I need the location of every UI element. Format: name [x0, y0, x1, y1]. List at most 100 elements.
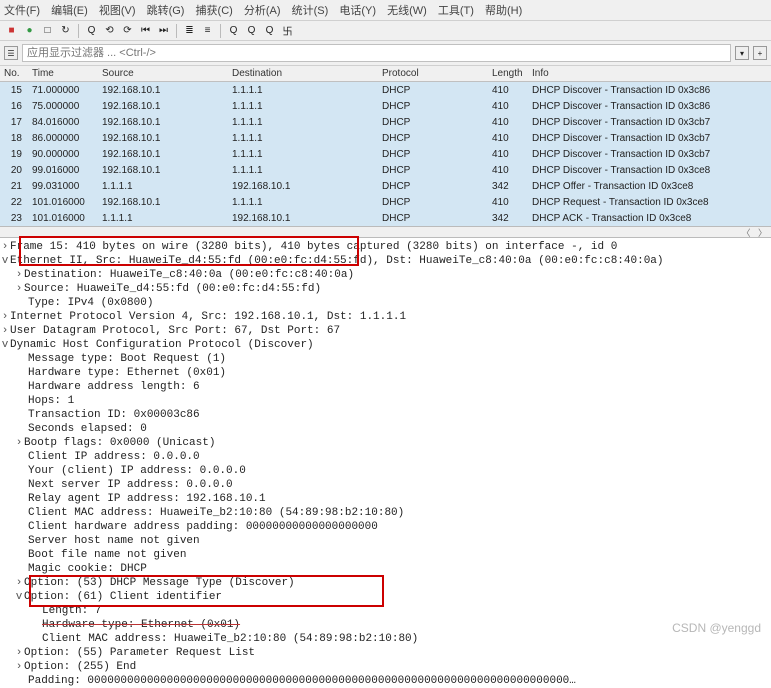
display-filter-input[interactable] [22, 44, 731, 62]
packet-row[interactable]: 1990.000000192.168.10.11.1.1.1DHCP410DHC… [0, 146, 771, 162]
eth-type-line[interactable]: Type: IPv4 (0x0800) [28, 297, 153, 309]
dhcp-opt61[interactable]: Option: (61) Client identifier [24, 591, 222, 603]
dhcp-opt61-hw[interactable]: Hardware type: Ethernet (0x01) [42, 619, 240, 631]
packet-row[interactable]: 1886.000000192.168.10.11.1.1.1DHCP410DHC… [0, 130, 771, 146]
eth-src-line[interactable]: Source: HuaweiTe_d4:55:fd (00:e0:fc:d4:5… [24, 283, 321, 295]
back-icon[interactable]: ⟲ [102, 23, 117, 38]
packet-row[interactable]: 1675.000000192.168.10.11.1.1.1DHCP410DHC… [0, 98, 771, 114]
autoscroll-icon[interactable]: ≣ [182, 23, 197, 38]
menu-capture[interactable]: 捕获(C) [196, 5, 233, 17]
find-icon[interactable]: Q [84, 23, 99, 38]
dhcp-padding[interactable]: Padding: 0000000000000000000000000000000… [28, 675, 576, 687]
record-icon[interactable]: ● [22, 23, 37, 38]
dhcp-hops[interactable]: Hops: 1 [28, 395, 74, 407]
expand-icon[interactable]: › [14, 660, 24, 674]
open-icon[interactable]: □ [40, 23, 55, 38]
filter-plus-button[interactable]: + [753, 46, 767, 60]
cell-info: DHCP Discover - Transaction ID 0x3c86 [528, 85, 758, 96]
dhcp-file[interactable]: Boot file name not given [28, 549, 186, 561]
menu-wireless[interactable]: 无线(W) [387, 5, 427, 17]
zoom-in-icon[interactable]: Q [226, 23, 241, 38]
col-dest[interactable]: Destination [228, 68, 378, 79]
expand-icon[interactable]: › [14, 576, 24, 590]
packet-row[interactable]: 23101.0160001.1.1.1192.168.10.1DHCP342DH… [0, 210, 771, 226]
expand-icon[interactable]: › [0, 324, 10, 338]
first-icon[interactable]: ⏮ [138, 23, 153, 38]
zoom-out-icon[interactable]: Q [244, 23, 259, 38]
cell-time: 75.000000 [28, 101, 98, 112]
filter-expr-button[interactable]: ▾ [735, 46, 749, 60]
col-time[interactable]: Time [28, 68, 98, 79]
forward-icon[interactable]: ⟳ [120, 23, 135, 38]
dhcp-opt61-len[interactable]: Length: 7 [42, 605, 101, 617]
eth-dst-line[interactable]: Destination: HuaweiTe_c8:40:0a (00:e0:fc… [24, 269, 354, 281]
dhcp-line[interactable]: Dynamic Host Configuration Protocol (Dis… [10, 339, 314, 351]
dhcp-opt61-mac[interactable]: Client MAC address: HuaweiTe_b2:10:80 (5… [42, 633, 418, 645]
packet-details[interactable]: ›Frame 15: 410 bytes on wire (3280 bits)… [0, 238, 771, 688]
expand-icon[interactable]: › [0, 310, 10, 324]
cell-time: 99.031000 [28, 181, 98, 192]
dhcp-cookie[interactable]: Magic cookie: DHCP [28, 563, 147, 575]
menu-bar[interactable]: 文件(F) 编辑(E) 视图(V) 跳转(G) 捕获(C) 分析(A) 统计(S… [0, 0, 771, 21]
col-source[interactable]: Source [98, 68, 228, 79]
eth-line[interactable]: Ethernet II, Src: HuaweiTe_d4:55:fd (00:… [10, 255, 664, 267]
dhcp-hwtype[interactable]: Hardware type: Ethernet (0x01) [28, 367, 226, 379]
last-icon[interactable]: ⏭ [156, 23, 171, 38]
cell-dst: 1.1.1.1 [228, 133, 378, 144]
menu-help[interactable]: 帮助(H) [485, 5, 522, 17]
dhcp-secs[interactable]: Seconds elapsed: 0 [28, 423, 147, 435]
frame-line[interactable]: Frame 15: 410 bytes on wire (3280 bits),… [10, 241, 617, 253]
stop-icon[interactable]: ■ [4, 23, 19, 38]
col-info[interactable]: Info [528, 68, 758, 79]
restart-icon[interactable]: ↻ [58, 23, 73, 38]
dhcp-opt55[interactable]: Option: (55) Parameter Request List [24, 647, 255, 659]
pane-divider[interactable]: 〈 〉 [0, 226, 771, 238]
cell-time: 99.016000 [28, 165, 98, 176]
packet-row[interactable]: 2099.016000192.168.10.11.1.1.1DHCP410DHC… [0, 162, 771, 178]
dhcp-opt53[interactable]: Option: (53) DHCP Message Type (Discover… [24, 577, 295, 589]
expand-icon[interactable]: v [0, 338, 10, 352]
menu-telephony[interactable]: 电话(Y) [339, 5, 376, 17]
dhcp-hlen[interactable]: Hardware address length: 6 [28, 381, 200, 393]
col-len[interactable]: Length [488, 68, 528, 79]
dhcp-sname[interactable]: Server host name not given [28, 535, 200, 547]
dhcp-xid[interactable]: Transaction ID: 0x00003c86 [28, 409, 200, 421]
col-no[interactable]: No. [0, 68, 28, 79]
menu-file[interactable]: 文件(F) [4, 5, 40, 17]
udp-line[interactable]: User Datagram Protocol, Src Port: 67, Ds… [10, 325, 340, 337]
col-proto[interactable]: Protocol [378, 68, 488, 79]
expand-icon[interactable]: › [0, 240, 10, 254]
resize-cols-icon[interactable]: 卐 [280, 23, 295, 38]
dhcp-opt255[interactable]: Option: (255) End [24, 661, 136, 673]
expand-icon[interactable]: › [14, 268, 24, 282]
packet-row[interactable]: 1571.000000192.168.10.11.1.1.1DHCP410DHC… [0, 82, 771, 98]
menu-view[interactable]: 视图(V) [99, 5, 136, 17]
menu-statistics[interactable]: 统计(S) [292, 5, 329, 17]
dhcp-ciaddr[interactable]: Client IP address: 0.0.0.0 [28, 451, 200, 463]
dhcp-chpad[interactable]: Client hardware address padding: 0000000… [28, 521, 378, 533]
expand-icon[interactable]: › [14, 646, 24, 660]
bookmark-icon[interactable]: ☰ [4, 46, 18, 60]
expand-icon[interactable]: › [14, 282, 24, 296]
packet-row[interactable]: 2199.0310001.1.1.1192.168.10.1DHCP342DHC… [0, 178, 771, 194]
dhcp-flags[interactable]: Bootp flags: 0x0000 (Unicast) [24, 437, 215, 449]
dhcp-chaddr[interactable]: Client MAC address: HuaweiTe_b2:10:80 (5… [28, 507, 404, 519]
dhcp-giaddr[interactable]: Relay agent IP address: 192.168.10.1 [28, 493, 266, 505]
menu-tools[interactable]: 工具(T) [438, 5, 474, 17]
expand-icon[interactable]: v [0, 254, 10, 268]
packet-row[interactable]: 1784.016000192.168.10.11.1.1.1DHCP410DHC… [0, 114, 771, 130]
dhcp-msgtype[interactable]: Message type: Boot Request (1) [28, 353, 226, 365]
dhcp-siaddr[interactable]: Next server IP address: 0.0.0.0 [28, 479, 233, 491]
dhcp-yiaddr[interactable]: Your (client) IP address: 0.0.0.0 [28, 465, 246, 477]
cell-no: 21 [0, 181, 28, 192]
packet-row[interactable]: 22101.016000192.168.10.11.1.1.1DHCP410DH… [0, 194, 771, 210]
zoom-reset-icon[interactable]: Q [262, 23, 277, 38]
colorize-icon[interactable]: ≡ [200, 23, 215, 38]
ip-line[interactable]: Internet Protocol Version 4, Src: 192.16… [10, 311, 406, 323]
packet-list[interactable]: 1571.000000192.168.10.11.1.1.1DHCP410DHC… [0, 82, 771, 226]
menu-analyze[interactable]: 分析(A) [244, 5, 281, 17]
expand-icon[interactable]: v [14, 590, 24, 604]
menu-edit[interactable]: 编辑(E) [51, 5, 88, 17]
menu-go[interactable]: 跳转(G) [147, 5, 185, 17]
expand-icon[interactable]: › [14, 436, 24, 450]
